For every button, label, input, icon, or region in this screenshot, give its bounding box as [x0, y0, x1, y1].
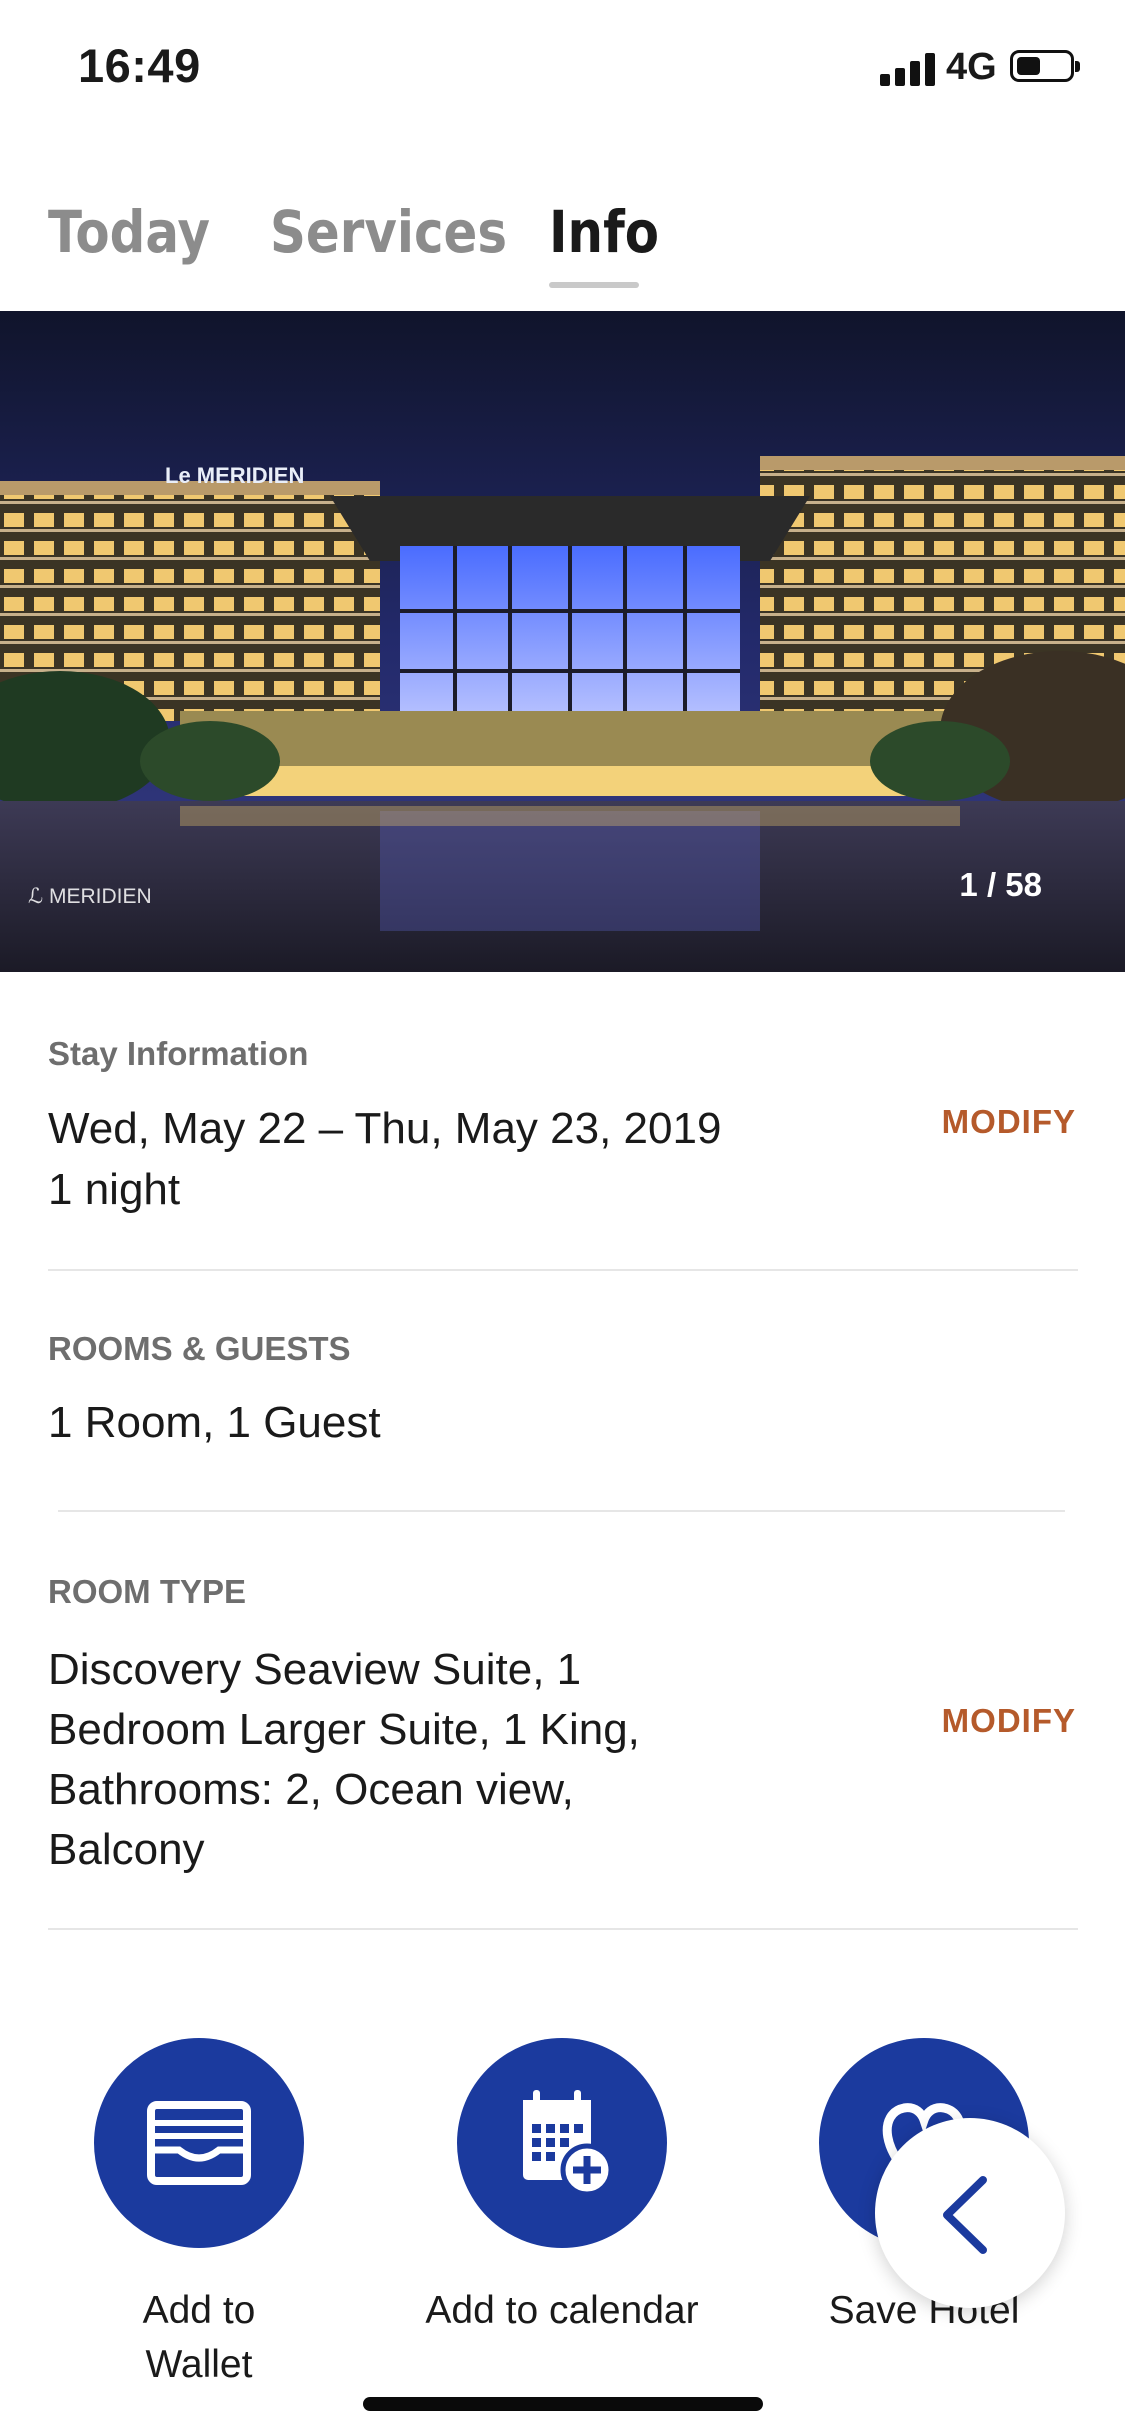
add-to-calendar-label: Add to calendar	[425, 2289, 699, 2332]
signal-icon	[880, 52, 936, 86]
add-to-wallet-button[interactable]	[94, 2038, 304, 2248]
add-to-wallet-action[interactable]: Add to Wallet	[59, 2038, 339, 2392]
wallet-icon	[147, 2101, 251, 2185]
home-indicator[interactable]	[363, 2397, 763, 2411]
network-label: 4G	[946, 46, 997, 88]
status-time: 16:49	[78, 39, 201, 92]
chevron-left-icon	[943, 2176, 987, 2254]
photo-counter: 1 / 58	[959, 866, 1042, 903]
add-to-wallet-label-1: Add to	[142, 2289, 256, 2332]
calendar-add-icon	[523, 2090, 614, 2197]
hotel-sign-logo: Le MERIDIEN	[165, 463, 304, 488]
room-type-line: Bathrooms: 2, Ocean view,	[48, 1765, 574, 1814]
stay-information-label: Stay Information	[48, 1035, 309, 1072]
room-type-line: Bedroom Larger Suite, 1 King,	[48, 1705, 640, 1754]
modify-room-button[interactable]: MODIFY	[942, 1702, 1076, 1740]
add-to-calendar-action[interactable]: Add to calendar	[422, 2038, 702, 2338]
divider	[48, 1928, 1078, 1930]
add-to-wallet-label-2: Wallet	[145, 2343, 253, 2386]
tab-today[interactable]: Today	[48, 198, 210, 266]
stay-nights: 1 night	[48, 1165, 181, 1214]
tab-info[interactable]: Info	[549, 198, 659, 266]
divider	[58, 1510, 1065, 1512]
tab-services[interactable]: Services	[270, 198, 507, 266]
rooms-guests-value: 1 Room, 1 Guest	[48, 1398, 381, 1447]
modify-stay-button[interactable]: MODIFY	[942, 1103, 1076, 1141]
room-type-label: ROOM TYPE	[48, 1573, 247, 1610]
rooms-guests-label: ROOMS & GUESTS	[48, 1330, 351, 1367]
room-type-line: Balcony	[48, 1825, 205, 1874]
battery-icon	[1010, 50, 1080, 82]
stay-dates: Wed, May 22 – Thu, May 23, 2019	[48, 1104, 722, 1153]
room-type-line: Discovery Seaview Suite, 1	[48, 1645, 582, 1694]
tab-bar: Today Services Info	[0, 190, 1125, 310]
divider	[48, 1269, 1078, 1271]
hotel-photo[interactable]: Le MERIDIEN ℒ MERIDIEN 1 / 58	[0, 311, 1125, 972]
battery-level	[1017, 57, 1040, 75]
add-to-calendar-button[interactable]	[457, 2038, 667, 2248]
status-bar: 16:49 4G	[0, 0, 1125, 140]
hotel-photo-illustration: Le MERIDIEN ℒ MERIDIEN	[0, 311, 1125, 972]
back-button[interactable]	[875, 2118, 1065, 2308]
tab-active-indicator	[549, 282, 639, 288]
photo-watermark-logo: ℒ MERIDIEN	[28, 885, 152, 908]
